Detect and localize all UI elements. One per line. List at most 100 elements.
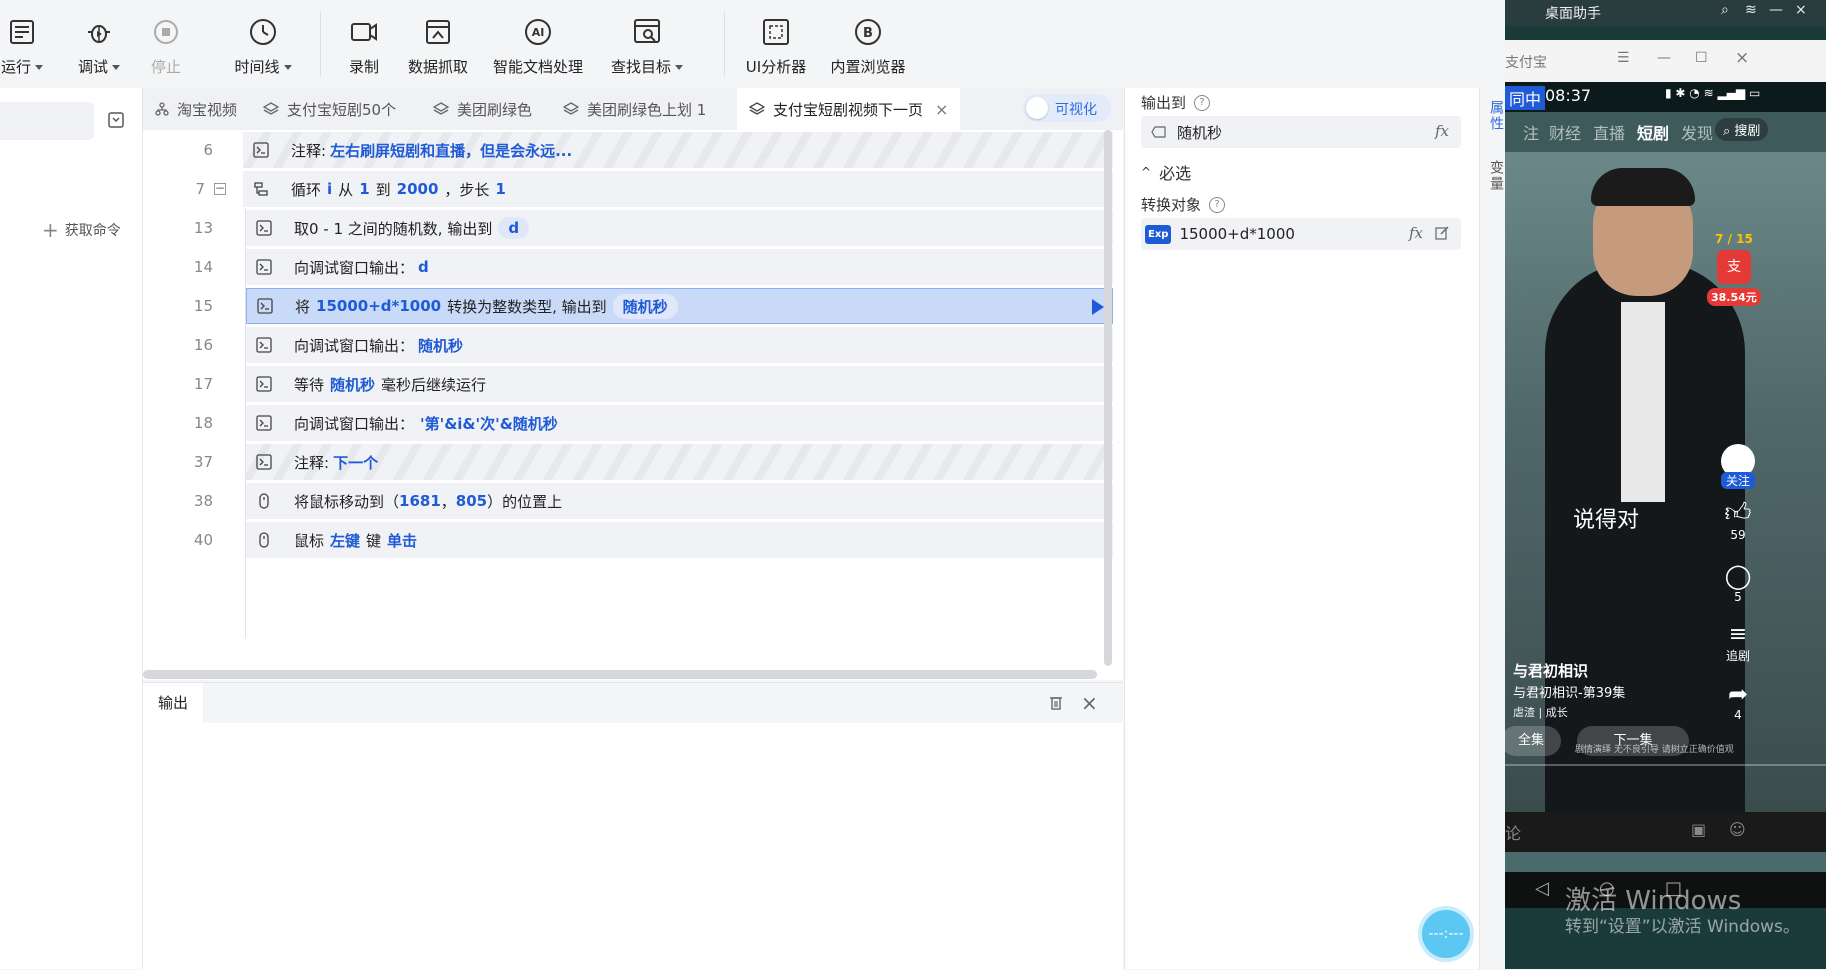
record-button[interactable]: 录制 [344,0,384,88]
fold-toggle[interactable]: − [214,182,226,195]
search-drama-button[interactable]: ⌕ 搜剧 [1715,118,1769,141]
edit-icon[interactable] [1435,226,1449,240]
code-row[interactable]: 37 注释: 下一个 [143,442,1113,482]
close-icon[interactable]: × [1735,48,1749,68]
mouse-click-block[interactable]: 鼠标 左键 键 单击 [246,522,1113,558]
wait-block[interactable]: 等待 随机秒 毫秒后继续运行 [246,366,1113,402]
visualize-toggle[interactable]: 可视化 [1023,94,1111,122]
nav-item[interactable]: 财经 [1549,120,1581,144]
collapse-icon[interactable] [108,112,124,128]
run-step-icon[interactable] [1092,299,1104,315]
variable-chip[interactable]: d [498,217,530,239]
ai-doc-button[interactable]: AI 智能文档处理 [490,0,586,88]
phone-screen[interactable]: 同中 08:37 ▮ ✱ ◔ ≋ ▂▄▆ ▭ 注 财经 直播 短剧 发现 ⌕ 搜… [1505,82,1826,872]
code-row[interactable]: 18 向调试窗口输出： '第'&i&'次'&随机秒 [143,403,1113,443]
code-row[interactable]: 7 − 循环 i 从 1 到 2000 ，步长 1 [143,169,1113,209]
code-row[interactable]: 13 取0 - 1 之间的随机数, 输出到 d [143,208,1113,248]
fx-icon[interactable]: fx [1409,224,1423,242]
command-icon [246,249,282,285]
back-icon[interactable]: ◁ [1535,878,1549,899]
debug-button[interactable]: 调试 [74,0,124,88]
progress-track[interactable] [1505,764,1826,766]
phone-assistant-bar: 桌面助手 ⌕ ≋ — × [1505,0,1826,26]
menu-icon[interactable]: ☰ [1617,50,1630,66]
run-button[interactable]: 运行 [0,0,44,88]
builtin-browser-button[interactable]: B 内置浏览器 [826,0,910,88]
vertical-scrollbar[interactable] [1104,130,1112,666]
code-row[interactable]: 16 向调试窗口输出： 随机秒 [143,325,1113,365]
tab-attributes[interactable]: 属性 [1480,98,1506,134]
chevron-up-icon: ^ [1141,165,1152,179]
code-row[interactable]: 14 向调试窗口输出： d [143,247,1113,287]
tab-taobao-video[interactable]: 淘宝视频 [155,88,237,130]
search-icon[interactable]: ⌕ [1721,2,1729,18]
layers-icon [563,101,579,117]
timeline-button[interactable]: 时间线 [232,0,294,88]
random-block[interactable]: 取0 - 1 之间的随机数, 输出到 d [246,210,1113,246]
comment-input[interactable]: 论 [1505,820,1521,844]
share-button[interactable]: ➦ 4 [1717,680,1759,722]
convert-block[interactable]: 将 15000+d*1000 转换为整数类型, 输出到 随机秒 [246,288,1113,324]
fetch-commands-label: 获取命令 [64,223,121,239]
command-search-input[interactable] [0,102,94,140]
variable-chip[interactable]: 随机秒 [612,293,678,319]
code-row[interactable]: 38 将鼠标移动到（ 1681 ， 805 ）的位置上 [143,481,1113,521]
nav-item[interactable]: 注 [1523,120,1539,144]
close-icon[interactable]: × [1795,2,1807,18]
tab-alipay-drama-50[interactable]: 支付宝短剧50个 [263,88,396,130]
output-tab[interactable]: 输出 [143,683,203,723]
ui-analyzer-button[interactable]: UI分析器 [738,0,814,88]
loop-block[interactable]: 循环 i 从 1 到 2000 ，步长 1 [243,171,1113,207]
horizontal-scrollbar[interactable] [143,670,1097,679]
layers-icon[interactable]: ≋ [1745,2,1757,18]
video-frame[interactable]: 说得对 7 / 15 支 38.54元 关注 👍︎ 59 ◯ 5 ≡ 追剧 ➦ [1505,152,1826,822]
floating-assistant-button[interactable]: ---:--- [1418,906,1474,962]
print-block[interactable]: 向调试窗口输出： 随机秒 [246,327,1113,363]
trash-icon[interactable] [1048,695,1064,711]
comment-block[interactable]: 注释: 下一个 [246,444,1113,480]
image-icon[interactable]: ▣ [1691,820,1706,839]
code-row[interactable]: 17 等待 随机秒 毫秒后继续运行 [143,364,1113,404]
required-section-toggle[interactable]: ^ 必选 [1141,160,1191,184]
data-capture-button[interactable]: 数据抓取 [406,0,470,88]
find-target-button[interactable]: 查找目标 [608,0,686,88]
tab-meituan-green-swipe[interactable]: 美团刷绿色上划 1 [563,88,706,130]
close-icon[interactable]: × [935,100,948,119]
find-target-icon [632,14,662,50]
output-to-field[interactable]: 随机秒 fx [1141,116,1461,148]
code-row-selected[interactable]: 15 将 15000+d*1000 转换为整数类型, 输出到 随机秒 [143,286,1113,326]
tab-alipay-drama-next[interactable]: 支付宝短剧视频下一页 × [737,88,961,130]
mouse-move-block[interactable]: 将鼠标移动到（ 1681 ， 805 ）的位置上 [246,483,1113,519]
tab-meituan-green[interactable]: 美团刷绿色 [433,88,532,130]
emoji-icon[interactable]: ☺ [1729,820,1746,839]
like-button[interactable]: 👍︎ 59 [1717,497,1759,542]
convert-object-field[interactable]: Exp 15000+d*1000 fx [1141,218,1461,250]
maximize-icon[interactable]: ☐ [1695,50,1708,66]
nav-item[interactable]: 直播 [1593,120,1625,144]
follow-drama-button[interactable]: ≡ 追剧 [1717,622,1759,664]
tab-variables[interactable]: 变量 [1480,158,1506,194]
flow-icon [155,102,169,116]
bug-icon [85,14,113,50]
minimize-icon[interactable]: — [1657,50,1671,66]
show-title[interactable]: 与君初相识 [1513,660,1588,681]
mouse-button: 左键 [330,531,361,550]
fx-icon[interactable]: fx [1435,122,1449,140]
print-block[interactable]: 向调试窗口输出： d [246,249,1113,285]
red-packet-icon[interactable]: 支 [1717,250,1751,284]
code-row[interactable]: 6 注释: 左右刷屏短剧和直播，但是会永远... [143,130,1113,170]
comment-button[interactable]: ◯ 5 [1717,562,1759,604]
nav-item-active[interactable]: 短剧 [1637,120,1669,144]
help-icon[interactable]: ? [1209,196,1226,213]
minimize-icon[interactable]: — [1769,2,1783,18]
follow-button[interactable]: 关注 [1717,444,1759,489]
all-episodes-button[interactable]: 全集 [1505,726,1561,756]
fetch-commands-button[interactable]: + 获取命令 [42,218,121,242]
stop-button[interactable]: 停止 [146,0,186,88]
nav-item[interactable]: 发现 [1681,120,1713,144]
code-row[interactable]: 40 鼠标 左键 键 单击 [143,520,1113,560]
comment-block[interactable]: 注释: 左右刷屏短剧和直播，但是会永远... [243,132,1113,168]
help-icon[interactable]: ? [1194,94,1211,111]
print-block[interactable]: 向调试窗口输出： '第'&i&'次'&随机秒 [246,405,1113,441]
close-icon[interactable]: × [1081,691,1098,715]
